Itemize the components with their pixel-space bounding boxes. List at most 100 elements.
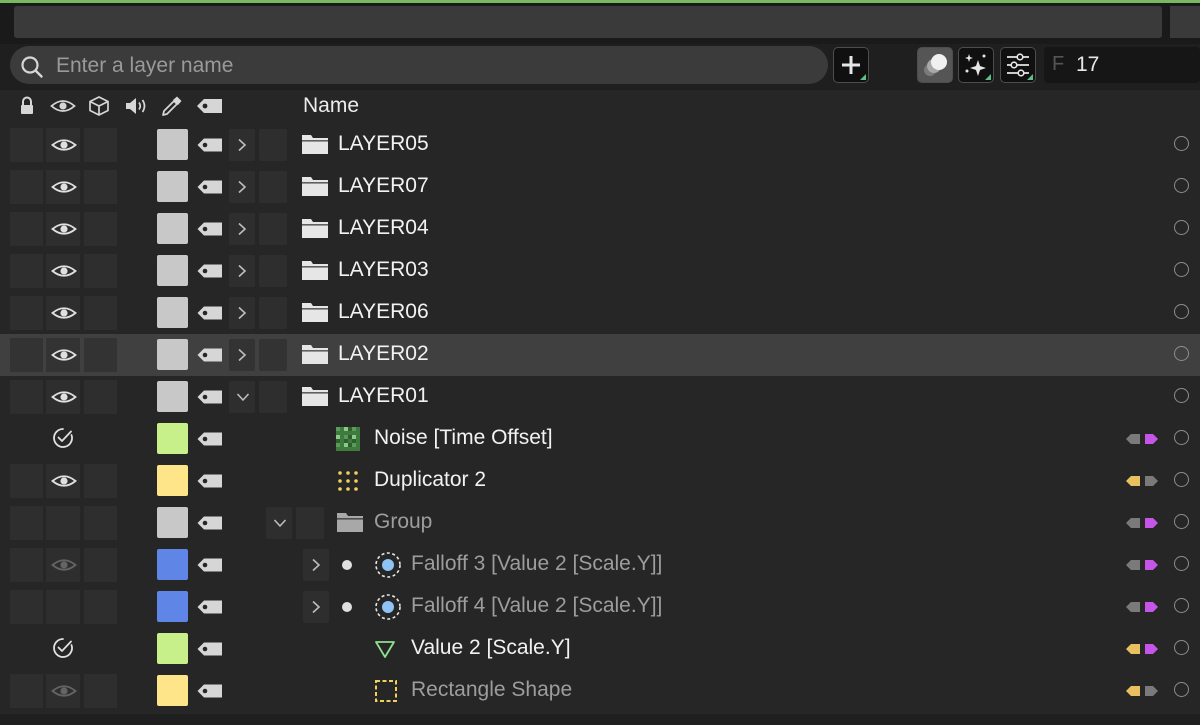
keyframe-nav-icon[interactable]: [1124, 641, 1164, 657]
expand-toggle[interactable]: [229, 381, 255, 413]
solo-circle-icon[interactable]: [1174, 598, 1189, 613]
eye-icon[interactable]: [51, 471, 77, 491]
layer-row[interactable]: LAYER03: [0, 250, 1200, 292]
color-swatch[interactable]: [157, 549, 188, 580]
layer-row[interactable]: LAYER07: [0, 166, 1200, 208]
layer-name[interactable]: Noise [Time Offset]: [374, 426, 553, 450]
eye-icon[interactable]: [51, 219, 77, 239]
expand-toggle[interactable]: [303, 591, 329, 623]
solo-circle-icon[interactable]: [1174, 430, 1189, 445]
add-layer-button[interactable]: [833, 47, 869, 83]
eye-icon[interactable]: [51, 135, 77, 155]
render-toggle[interactable]: [84, 380, 117, 414]
lock-toggle[interactable]: [10, 170, 43, 204]
render-toggle[interactable]: [84, 674, 117, 708]
color-swatch[interactable]: [157, 675, 188, 706]
eye-icon[interactable]: [51, 303, 77, 323]
solo-circle-icon[interactable]: [1174, 514, 1189, 529]
expand-toggle[interactable]: [229, 297, 255, 329]
layer-row[interactable]: LAYER04: [0, 208, 1200, 250]
layer-name[interactable]: LAYER01: [338, 384, 429, 408]
solo-circle-icon[interactable]: [1174, 640, 1189, 655]
layer-name[interactable]: LAYER07: [338, 174, 429, 198]
cube-icon[interactable]: [88, 95, 110, 117]
color-swatch[interactable]: [157, 129, 188, 160]
layer-name[interactable]: LAYER06: [338, 300, 429, 324]
name-column-label[interactable]: Name: [303, 94, 359, 118]
layer-row[interactable]: LAYER01: [0, 376, 1200, 418]
solo-circle-icon[interactable]: [1174, 682, 1189, 697]
layer-row[interactable]: Falloff 3 [Value 2 [Scale.Y]]: [0, 544, 1200, 586]
color-swatch[interactable]: [157, 423, 188, 454]
eye-icon[interactable]: [51, 177, 77, 197]
lock-toggle[interactable]: [10, 254, 43, 288]
eye-icon[interactable]: [51, 261, 77, 281]
tag-icon[interactable]: [196, 641, 224, 657]
lock-toggle[interactable]: [10, 674, 43, 708]
eye-icon[interactable]: [51, 681, 77, 701]
search-input[interactable]: [54, 52, 818, 80]
color-swatch[interactable]: [157, 171, 188, 202]
lock-toggle[interactable]: [10, 590, 43, 624]
render-toggle[interactable]: [84, 296, 117, 330]
layer-row[interactable]: LAYER05: [0, 124, 1200, 166]
tag-icon[interactable]: [196, 473, 224, 489]
lock-toggle[interactable]: [10, 506, 43, 540]
lock-toggle[interactable]: [10, 296, 43, 330]
layer-row[interactable]: Noise [Time Offset]: [0, 418, 1200, 460]
lock-toggle[interactable]: [10, 338, 43, 372]
render-toggle[interactable]: [84, 170, 117, 204]
layer-name[interactable]: LAYER05: [338, 132, 429, 156]
tag-icon[interactable]: [196, 97, 224, 115]
layer-row[interactable]: Duplicator 2: [0, 460, 1200, 502]
tag-icon[interactable]: [196, 221, 224, 237]
layer-name[interactable]: Duplicator 2: [374, 468, 486, 492]
color-swatch[interactable]: [157, 507, 188, 538]
solo-circle-icon[interactable]: [1174, 220, 1189, 235]
tag-icon[interactable]: [196, 599, 224, 615]
color-swatch[interactable]: [157, 465, 188, 496]
tag-icon[interactable]: [196, 137, 224, 153]
eyedropper-icon[interactable]: [160, 95, 184, 117]
layer-row[interactable]: LAYER06: [0, 292, 1200, 334]
keyframe-nav-icon[interactable]: [1124, 431, 1164, 447]
tag-icon[interactable]: [196, 683, 224, 699]
layer-row[interactable]: Falloff 4 [Value 2 [Scale.Y]]: [0, 586, 1200, 628]
tag-icon[interactable]: [196, 389, 224, 405]
eye-icon[interactable]: [51, 387, 77, 407]
keyframe-nav-icon[interactable]: [1124, 683, 1164, 699]
solo-circle-icon[interactable]: [1174, 556, 1189, 571]
tag-icon[interactable]: [196, 557, 224, 573]
lock-toggle[interactable]: [10, 464, 43, 498]
checkmark-icon[interactable]: [52, 427, 74, 449]
render-toggle[interactable]: [84, 506, 117, 540]
keyframe-nav-icon[interactable]: [1124, 599, 1164, 615]
expand-toggle[interactable]: [229, 129, 255, 161]
color-swatch[interactable]: [157, 591, 188, 622]
layer-name[interactable]: LAYER04: [338, 216, 429, 240]
color-swatch[interactable]: [157, 633, 188, 664]
layer-name[interactable]: LAYER03: [338, 258, 429, 282]
layer-name[interactable]: Value 2 [Scale.Y]: [411, 636, 571, 660]
solo-circle-icon[interactable]: [1174, 178, 1189, 193]
eye-icon[interactable]: [51, 345, 77, 365]
effects-button[interactable]: [958, 47, 994, 83]
layer-name[interactable]: Rectangle Shape: [411, 678, 572, 702]
expand-toggle[interactable]: [303, 549, 329, 581]
lock-toggle[interactable]: [10, 212, 43, 246]
visibility-toggle[interactable]: [46, 506, 80, 540]
layer-name[interactable]: Falloff 3 [Value 2 [Scale.Y]]: [411, 552, 662, 576]
render-toggle[interactable]: [84, 548, 117, 582]
expand-toggle[interactable]: [229, 213, 255, 245]
layer-row[interactable]: Group: [0, 502, 1200, 544]
keyframe-nav-icon[interactable]: [1124, 515, 1164, 531]
render-toggle[interactable]: [84, 212, 117, 246]
solo-circle-icon[interactable]: [1174, 472, 1189, 487]
frame-field[interactable]: F 17: [1044, 47, 1200, 83]
color-swatch[interactable]: [157, 381, 188, 412]
solo-circle-icon[interactable]: [1174, 388, 1189, 403]
keyframe-nav-icon[interactable]: [1124, 557, 1164, 573]
lock-icon[interactable]: [18, 95, 36, 117]
expand-toggle[interactable]: [266, 507, 292, 539]
visibility-toggle[interactable]: [46, 590, 80, 624]
